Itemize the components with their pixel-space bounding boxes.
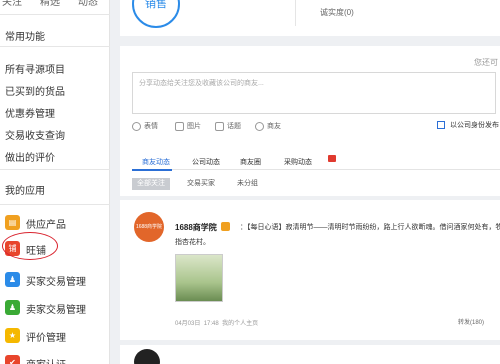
link-purchased-goods[interactable]: 已买到的货品 <box>5 83 65 98</box>
sell-button[interactable]: 销售 <box>132 0 180 28</box>
common-functions-title: 常用功能 <box>5 32 45 43</box>
divider <box>0 204 110 205</box>
topic-icon <box>215 121 224 131</box>
app-seller-trade[interactable]: ♟ 卖家交易管理 <box>0 295 110 321</box>
share-as-company-label: 以公司身份发布 <box>450 122 499 129</box>
image-label: 图片 <box>187 123 201 130</box>
divider <box>0 169 110 170</box>
star-icon: ★ <box>5 328 20 343</box>
sidebar-tabs: 关注 精选 动态 <box>0 0 110 7</box>
new-badge-icon <box>328 155 336 162</box>
tab-purchase-feed[interactable]: 采购动态 <box>284 157 312 167</box>
smile-icon <box>132 121 141 131</box>
feed-tabs: 商友动态 公司动态 商友圈 采购动态 <box>132 150 500 171</box>
topic-label: 话题 <box>227 123 241 130</box>
seller-icon: ♟ <box>5 300 20 315</box>
link-coupons[interactable]: 优惠券管理 <box>5 105 55 120</box>
divider <box>295 0 296 26</box>
tab-follow[interactable]: 关注 <box>2 0 22 7</box>
app-buyer-trade[interactable]: ♟ 买家交易管理 <box>0 267 110 293</box>
app-label: 评价管理 <box>26 333 66 344</box>
post-input-placeholder: 分享动态给关注您及收藏该公司的商友... <box>139 80 264 87</box>
active-tab-indicator <box>132 169 172 171</box>
avatar[interactable] <box>134 349 160 364</box>
tab-company-feed[interactable]: 公司动态 <box>192 157 220 167</box>
feed-post-next <box>120 345 500 364</box>
post-meta: 04月03日 17:48 我的个人主页 <box>175 318 258 327</box>
emoji-label: 表情 <box>144 123 158 130</box>
feed-post: 1688商学院 1688商学院 ：【每日心语】寂清明节——清明时节雨纷纷，路上行… <box>120 200 500 340</box>
credit-score: 诚实度(0) <box>320 8 354 17</box>
app-supply-products[interactable]: ▤ 供应产品 <box>0 210 110 236</box>
post-text: ：【每日心语】寂清明节——清明时节雨纷纷，路上行人欲断魂。借问酒家何处有，牧童遥 <box>240 224 500 231</box>
post-source[interactable]: 我的个人主页 <box>222 321 258 327</box>
main-area: 销售 诚实度(0) 您还可 分享动态给关注您及收藏该公司的商友... 表情 图片… <box>120 0 500 364</box>
tab-news[interactable]: 动态 <box>78 0 98 7</box>
filter-ungrouped[interactable]: 未分组 <box>232 178 263 190</box>
topic-button[interactable]: 话题 <box>215 120 241 132</box>
emoji-button[interactable]: 表情 <box>132 120 158 132</box>
merchant-friend-label: 商友 <box>267 123 281 130</box>
divider <box>0 46 110 47</box>
link-reviews-given[interactable]: 做出的评价 <box>5 149 55 164</box>
app-review-management[interactable]: ★ 评价管理 <box>0 323 110 349</box>
post-author[interactable]: 1688商学院 <box>175 222 217 233</box>
divider <box>0 14 110 15</box>
post-image[interactable] <box>175 254 223 302</box>
my-apps-title: 我的应用 <box>5 186 45 197</box>
link-sourcing-projects[interactable]: 所有寻源项目 <box>5 61 65 76</box>
link-transaction-query[interactable]: 交易收支查询 <box>5 127 65 142</box>
app-label: 供应产品 <box>26 220 66 231</box>
merchant-friend-button[interactable]: 商友 <box>255 120 281 132</box>
profile-card: 销售 诚实度(0) <box>120 0 500 36</box>
cert-icon: ✔ <box>5 355 20 364</box>
sidebar: 关注 精选 动态 常用功能 所有寻源项目 已买到的货品 优惠券管理 交易收支查询… <box>0 0 110 364</box>
tab-merchant-feed[interactable]: 商友动态 <box>142 157 170 167</box>
image-icon <box>175 121 184 131</box>
visit-link[interactable]: 您还可 <box>474 57 498 68</box>
tab-merchant-circle[interactable]: 商友圈 <box>240 157 261 167</box>
buyer-icon: ♟ <box>5 272 20 287</box>
verified-badge-icon <box>221 222 230 231</box>
post-date: 04月03日 <box>175 321 201 327</box>
image-button[interactable]: 图片 <box>175 120 201 132</box>
post-time: 17:48 <box>203 321 219 327</box>
filter-all-following[interactable]: 全部关注 <box>132 178 170 190</box>
highlight-circle <box>2 232 58 260</box>
person-icon <box>255 121 264 131</box>
post-input[interactable]: 分享动态给关注您及收藏该公司的商友... <box>132 72 496 114</box>
post-text-continued: 指杏花村。 <box>175 239 210 246</box>
filter-trade-buyers[interactable]: 交易买家 <box>182 178 220 190</box>
avatar[interactable]: 1688商学院 <box>134 212 164 242</box>
app-merchant-certification[interactable]: ✔ 商家认证 <box>0 350 110 364</box>
checkbox-box <box>437 121 445 129</box>
forward-button[interactable]: 转发(180) <box>458 317 484 326</box>
share-as-company-checkbox[interactable]: 以公司身份发布 <box>437 120 499 130</box>
box-icon: ▤ <box>5 215 20 230</box>
app-label: 买家交易管理 <box>26 277 86 288</box>
app-label: 卖家交易管理 <box>26 305 86 316</box>
tab-selected[interactable]: 精选 <box>40 0 60 7</box>
app-label: 商家认证 <box>26 356 66 364</box>
